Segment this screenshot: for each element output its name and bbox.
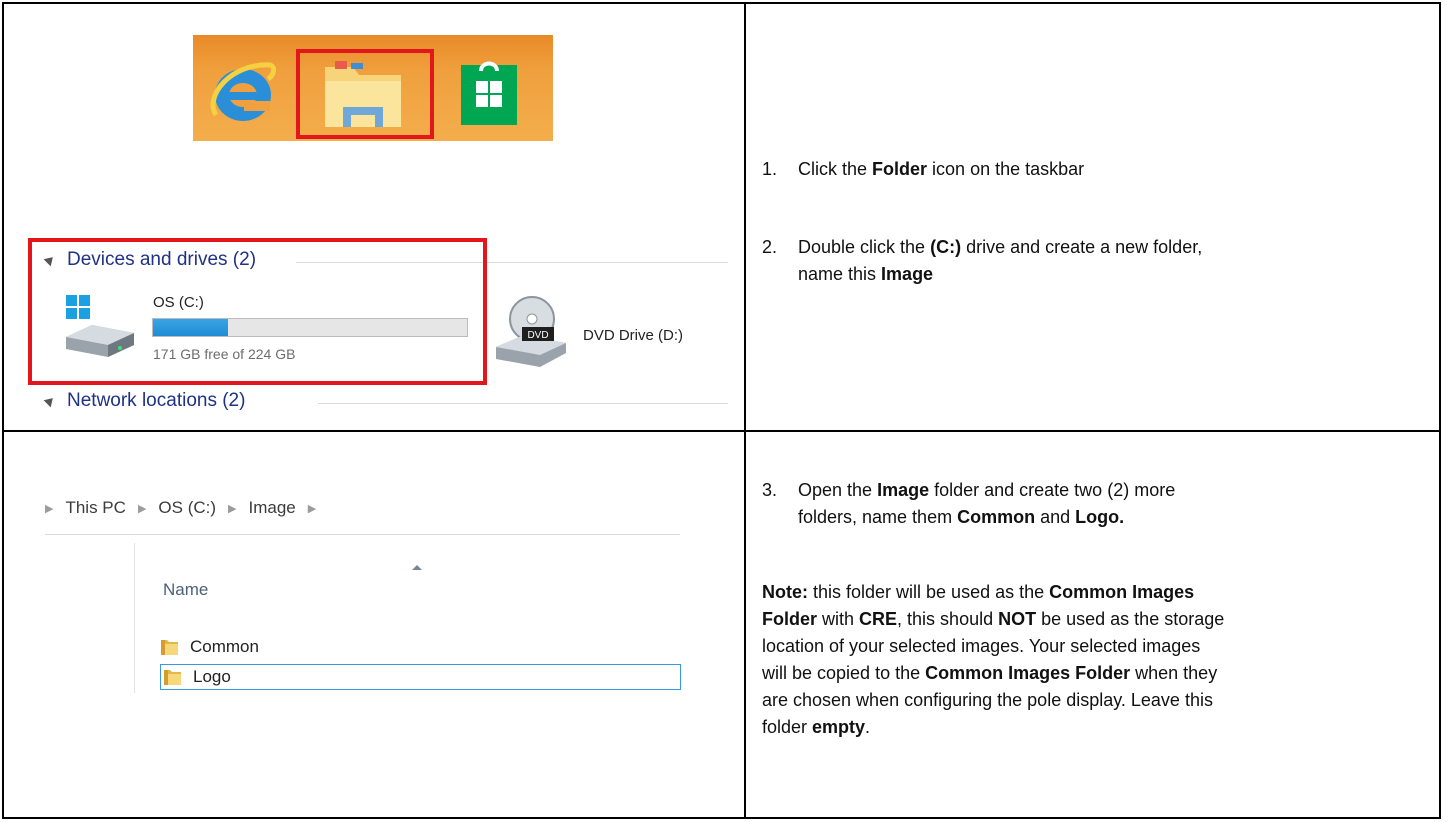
folder-item-logo[interactable]: Logo bbox=[160, 664, 681, 690]
network-locations-header[interactable]: Network locations (2) bbox=[43, 390, 245, 412]
step-3-text: Open the Image folder and create two (2)… bbox=[798, 480, 1176, 527]
step-1-text: Click the Folder icon on the taskbar bbox=[798, 159, 1085, 179]
dvd-badge: DVD bbox=[527, 330, 548, 341]
step-number: 3. bbox=[762, 480, 778, 500]
internet-explorer-icon[interactable] bbox=[210, 57, 276, 127]
name-column-header[interactable]: Name bbox=[163, 580, 208, 600]
breadcrumb: ▶ This PC ▶ OS (C:) ▶ Image ▶ bbox=[45, 498, 328, 518]
step-number: 2. bbox=[762, 237, 778, 257]
folder-name: Logo bbox=[193, 667, 231, 686]
address-bar-rule bbox=[45, 534, 680, 535]
store-icon[interactable] bbox=[455, 57, 525, 133]
step-1: 1. Click the Folder icon on the taskbar bbox=[762, 156, 1402, 186]
sort-ascending-icon bbox=[412, 565, 422, 570]
chevron-right-icon: ▶ bbox=[45, 502, 54, 515]
table-column-divider bbox=[744, 4, 746, 817]
step-2: 2. Double click the (C:) drive and creat… bbox=[762, 234, 1422, 294]
breadcrumb-item[interactable]: Image bbox=[248, 498, 295, 518]
step-3: 3. Open the Image folder and create two … bbox=[762, 477, 1422, 537]
chevron-right-icon[interactable]: ▶ bbox=[308, 502, 316, 515]
dvd-drive-label[interactable]: DVD Drive (D:) bbox=[583, 327, 683, 344]
table-row-divider bbox=[4, 430, 1439, 432]
folder-icon bbox=[164, 670, 181, 685]
drives-highlight bbox=[28, 238, 487, 385]
chevron-right-icon[interactable]: ▶ bbox=[228, 502, 236, 515]
step-2-text: Double click the (C:) drive and create a… bbox=[798, 237, 1203, 284]
breadcrumb-item[interactable]: This PC bbox=[65, 498, 125, 518]
folder-icon-highlight bbox=[296, 49, 434, 139]
note-paragraph: Note: this folder will be used as the Co… bbox=[762, 582, 1225, 737]
breadcrumb-item[interactable]: OS (C:) bbox=[158, 498, 216, 518]
folder-icon bbox=[161, 640, 178, 655]
dvd-drive-icon[interactable]: DVD bbox=[490, 295, 570, 371]
folder-name: Common bbox=[190, 637, 259, 656]
section-rule bbox=[318, 403, 728, 404]
folder-item-common[interactable]: Common bbox=[160, 634, 259, 660]
navigation-pane-edge bbox=[134, 543, 135, 693]
step-number: 1. bbox=[762, 159, 778, 179]
chevron-right-icon[interactable]: ▶ bbox=[138, 502, 146, 515]
expand-triangle-icon bbox=[43, 394, 57, 408]
